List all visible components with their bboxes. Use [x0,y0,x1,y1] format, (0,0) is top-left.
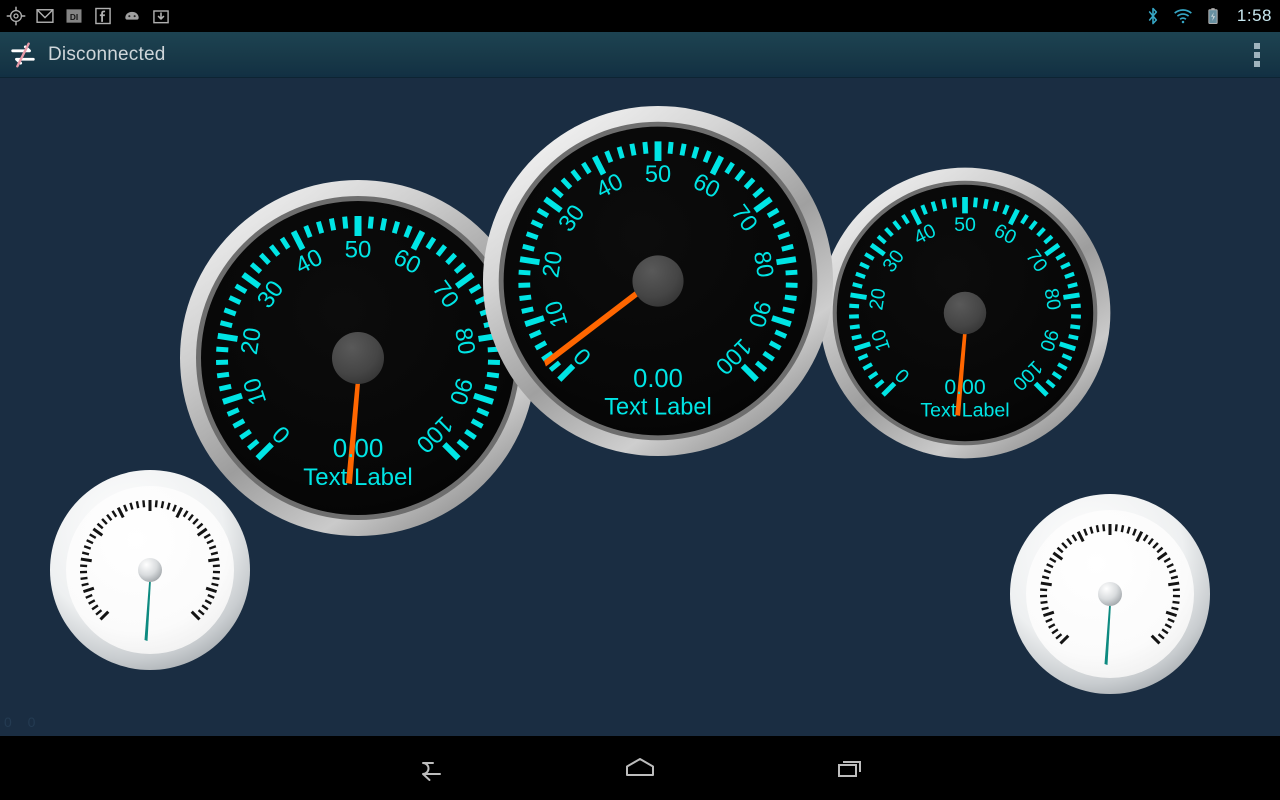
gauge-tick-label: 80 [1040,287,1065,312]
status-bar-clock: 1:58 [1236,6,1272,25]
disconnected-transfer-icon[interactable] [8,40,38,70]
recents-icon [838,761,861,777]
action-bar: Disconnected [0,32,1280,78]
download-icon [153,10,169,24]
gmail-icon [36,9,54,23]
gauge-hub [632,255,684,307]
gauge-hub [138,558,162,582]
gauge-right-dark[interactable]: 0 10 20 30 40 50 60 70 80 90 100 0.00 Text Label [818,166,1112,460]
status-bar: DI 1:58 [0,0,1280,32]
gauge-tick-label: 20 [865,287,890,312]
gauge-value-text: 0.00 [333,433,384,463]
gauge-tick-label: 80 [449,326,480,357]
nav-back-button[interactable] [325,753,535,783]
gauge-label-text: Text Label [303,464,412,491]
status-bar-system-icons: 1:58 [1143,6,1272,26]
gauge-tick-label: 80 [748,249,778,279]
gauge-value-text: 0.00 [633,365,683,393]
bluetooth-icon [1148,7,1158,25]
footer-debug-text: 0 0 [4,714,42,730]
back-icon [422,762,441,781]
gauge-tick-label: 50 [645,162,671,188]
wifi-icon [1174,9,1192,24]
status-bar-notification-icons: DI [6,6,1143,26]
gauge-label-text: Text Label [920,400,1009,422]
navigation-bar [0,736,1280,800]
facebook-icon [95,7,111,25]
action-bar-title: Disconnected [48,43,166,65]
gauge-tick-label: 20 [538,249,568,279]
gauge-value-text: 0.00 [944,376,985,399]
gauge-hub [1098,582,1122,606]
gauge-label-text: Text Label [604,395,712,421]
gauge-hub [943,291,987,335]
android-head-icon [125,11,139,20]
gauge-tick-label: 20 [236,326,267,357]
home-icon [626,758,654,776]
gauge-hub [332,332,384,384]
di-app-icon: DI [66,9,82,23]
app-screen: DI 1:58 Disconnected 0 10 20 30 40 50 60… [0,0,1280,800]
gauge-tick-label: 50 [345,237,372,264]
svg-text:DI: DI [70,12,78,22]
nav-home-button[interactable] [535,753,745,783]
overflow-menu-icon[interactable] [1244,38,1270,72]
gauge-bottom-right-light[interactable] [1008,492,1212,696]
nav-recents-button[interactable] [745,753,955,783]
gauge-center-dark[interactable]: 0 10 20 30 40 50 60 70 80 90 100 0.00 Text Label [481,104,835,458]
location-icon [6,6,26,26]
gauge-tick-label: 50 [954,214,976,236]
battery-charging-icon [1208,8,1218,24]
